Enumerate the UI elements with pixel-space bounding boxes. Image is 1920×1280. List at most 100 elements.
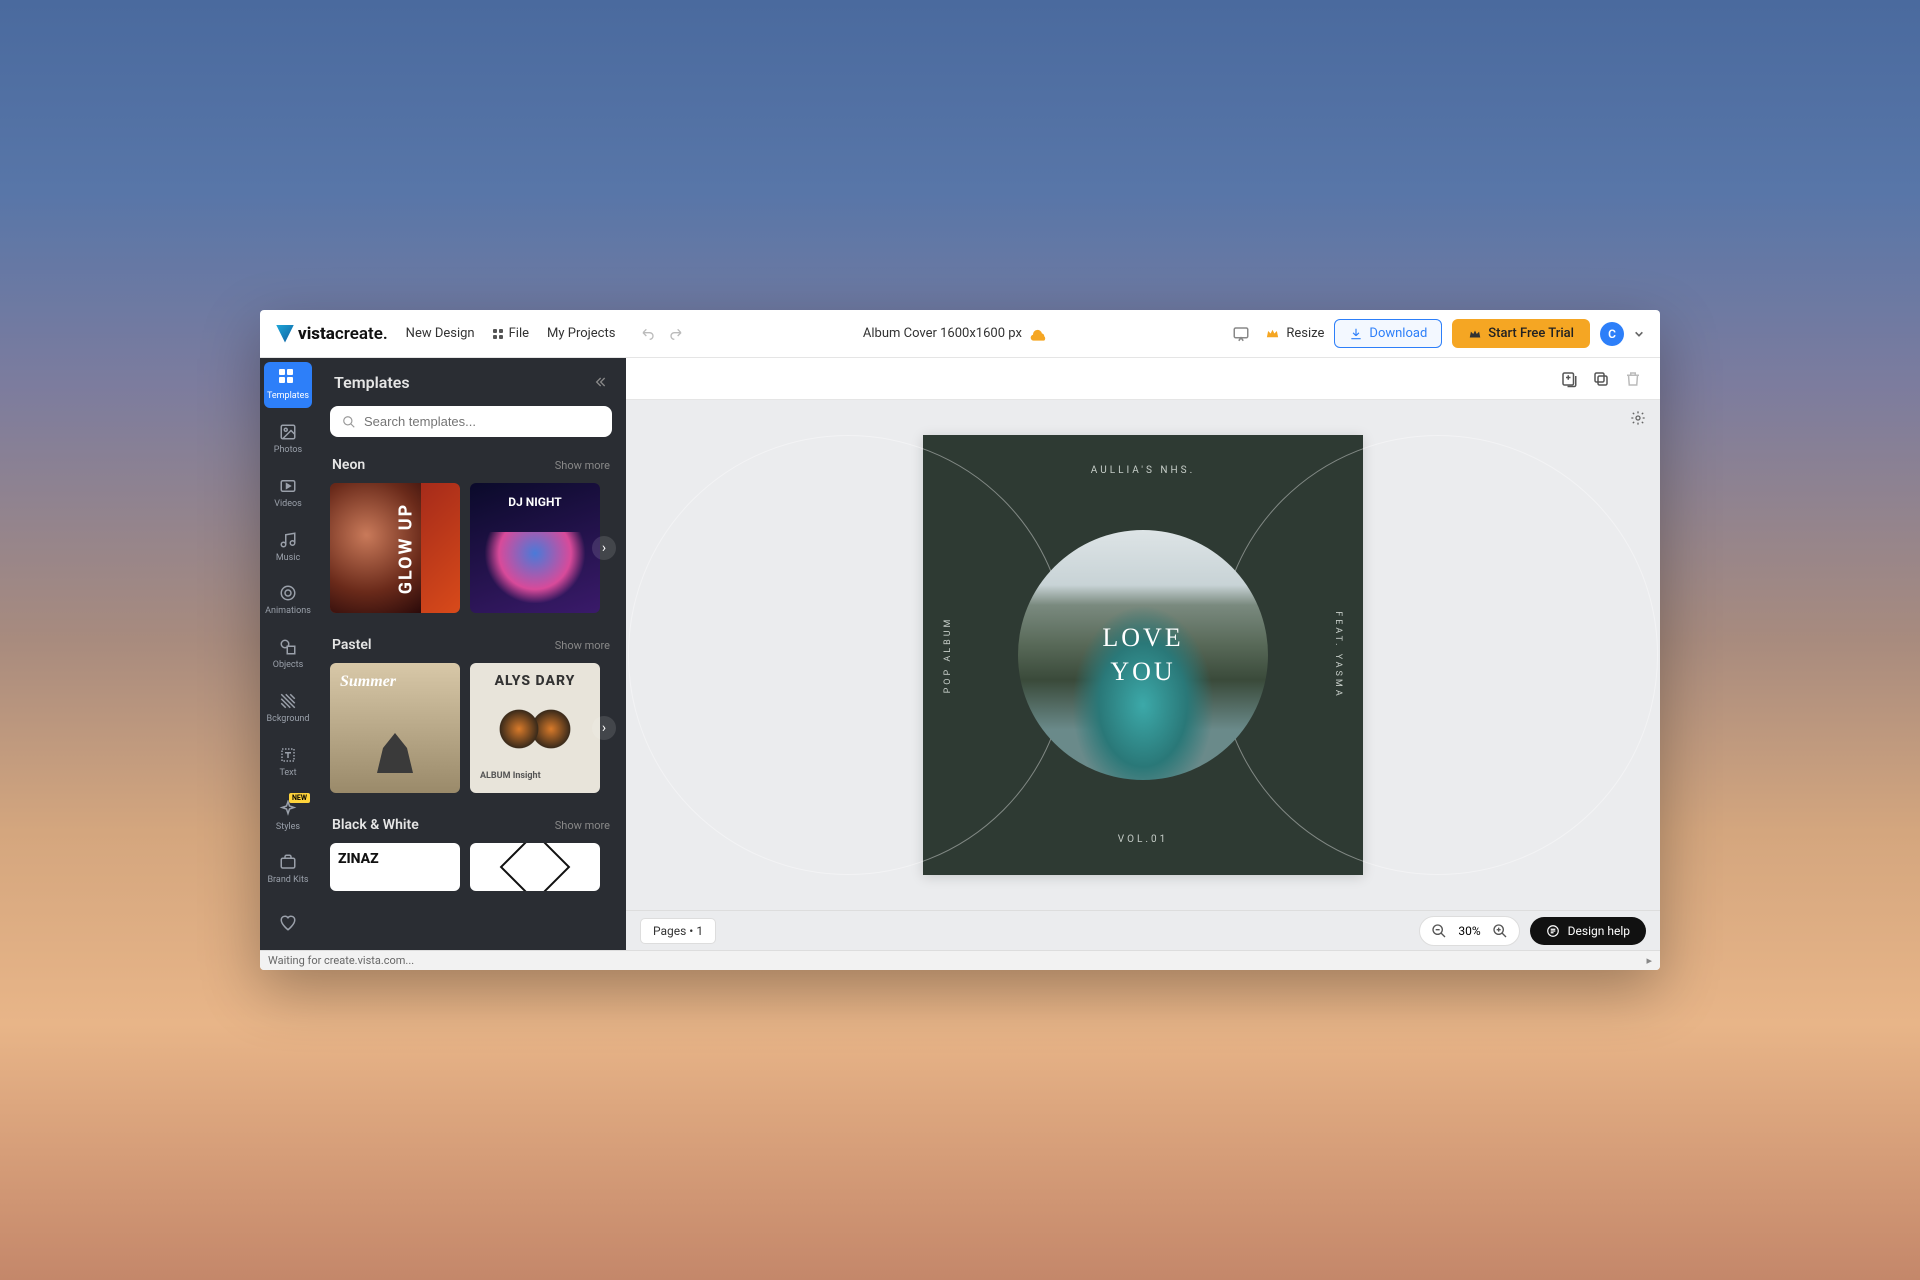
rail-videos[interactable]: Videos <box>260 466 316 520</box>
search-box[interactable] <box>330 406 612 437</box>
rail-music[interactable]: Music <box>260 520 316 574</box>
bottom-bar: Pages • 1 30% Design help <box>626 910 1660 950</box>
decorative-arc <box>628 435 1068 875</box>
start-trial-button[interactable]: Start Free Trial <box>1452 319 1590 348</box>
crown-icon <box>1265 326 1280 341</box>
file-menu[interactable]: File <box>493 326 529 341</box>
template-summer[interactable]: Summer <box>330 663 460 793</box>
canvas-viewport[interactable]: AULLIA'S NHS. POP ALBUM FEAT. YASMA VOL.… <box>626 400 1660 910</box>
show-more-link[interactable]: Show more <box>555 639 610 652</box>
heart-icon <box>279 914 297 932</box>
template-alys-dary[interactable]: ALYS DARY ALBUM Insight <box>470 663 600 793</box>
redo-icon[interactable] <box>667 326 683 342</box>
rail-animations[interactable]: Animations <box>260 574 316 628</box>
album-bottom-text[interactable]: VOL.01 <box>923 834 1363 845</box>
thumb-label: ZINAZ <box>338 851 379 867</box>
bw-thumbs: ZINAZ <box>330 843 612 891</box>
album-top-text[interactable]: AULLIA'S NHS. <box>923 465 1363 476</box>
search-wrap <box>316 406 626 451</box>
brand-logo[interactable]: vistacreate. <box>276 324 388 344</box>
rail-templates[interactable]: Templates <box>264 362 312 408</box>
scroll-right-icon[interactable]: ▸ <box>1646 954 1652 967</box>
template-geometric[interactable] <box>470 843 600 891</box>
text-icon <box>279 746 297 764</box>
zoom-out-icon[interactable] <box>1430 922 1448 940</box>
collapse-panel-icon[interactable] <box>592 374 608 390</box>
background-icon <box>279 692 297 710</box>
rail-label: Bckground <box>267 714 310 724</box>
rail-label: Animations <box>265 606 311 616</box>
add-page-icon[interactable] <box>1560 370 1578 388</box>
resize-button[interactable]: Resize <box>1265 326 1324 341</box>
rail-brand-kits[interactable]: Brand Kits <box>260 842 316 896</box>
topbar: vistacreate. New Design File My Projects… <box>260 310 1660 358</box>
gear-icon[interactable] <box>1630 410 1646 426</box>
logo-text-light: create. <box>335 324 388 344</box>
thumbs-next-icon[interactable]: › <box>592 536 616 560</box>
show-more-link[interactable]: Show more <box>555 819 610 832</box>
file-label: File <box>509 326 529 341</box>
crown-icon <box>1468 327 1482 341</box>
album-cover-canvas[interactable]: AULLIA'S NHS. POP ALBUM FEAT. YASMA VOL.… <box>923 435 1363 875</box>
left-rail: Templates Photos Videos Music Animations… <box>260 358 316 950</box>
rail-label: Templates <box>267 391 309 401</box>
my-projects-link[interactable]: My Projects <box>547 326 615 341</box>
rail-text[interactable]: Text <box>260 735 316 789</box>
animations-icon <box>279 584 297 602</box>
templates-panel: Templates Neon Show more GLOW U <box>316 358 626 950</box>
canvas-area: AULLIA'S NHS. POP ALBUM FEAT. YASMA VOL.… <box>626 358 1660 950</box>
vista-logo-icon <box>276 325 294 343</box>
zoom-value: 30% <box>1458 924 1480 938</box>
main-area: Templates Photos Videos Music Animations… <box>260 358 1660 950</box>
rail-label: Styles <box>276 822 300 832</box>
rail-photos[interactable]: Photos <box>260 412 316 466</box>
pages-indicator[interactable]: Pages • 1 <box>640 918 716 944</box>
album-right-text[interactable]: FEAT. YASMA <box>1333 611 1343 698</box>
template-zinaz[interactable]: ZINAZ <box>330 843 460 891</box>
thumbs-next-icon[interactable]: › <box>592 716 616 740</box>
document-title[interactable]: Album Cover 1600x1600 px <box>863 326 1048 341</box>
album-title-line2: YOU <box>1102 655 1183 689</box>
template-glow-up[interactable]: GLOW UP <box>330 483 460 613</box>
comment-icon[interactable] <box>1227 320 1255 348</box>
rail-objects[interactable]: Objects <box>260 627 316 681</box>
undo-redo-group <box>641 326 683 342</box>
rail-styles[interactable]: NEW Styles <box>260 789 316 843</box>
logo-text-bold: vista <box>298 324 335 344</box>
album-title[interactable]: LOVE YOU <box>1102 621 1183 689</box>
show-more-link[interactable]: Show more <box>555 459 610 472</box>
topbar-actions: Resize Download Start Free Trial C <box>1227 319 1644 348</box>
album-left-text[interactable]: POP ALBUM <box>943 617 953 694</box>
status-bar: Waiting for create.vista.com... ▸ <box>260 950 1660 970</box>
rail-label: Text <box>279 768 296 778</box>
trash-icon[interactable] <box>1624 370 1642 388</box>
bottom-right-group: 30% Design help <box>1419 916 1646 946</box>
template-dj-night[interactable]: DJ NIGHT <box>470 483 600 613</box>
rail-label: Videos <box>274 499 302 509</box>
design-help-label: Design help <box>1568 924 1630 938</box>
design-help-button[interactable]: Design help <box>1530 917 1646 945</box>
undo-icon[interactable] <box>641 326 657 342</box>
thumb-art <box>365 723 425 773</box>
panel-scroll[interactable]: Neon Show more GLOW UP DJ NIGHT › <box>316 451 626 950</box>
thumb-label: Summer <box>340 673 396 691</box>
chevron-down-icon[interactable] <box>1634 329 1644 339</box>
objects-icon <box>279 638 297 656</box>
rail-label: Music <box>276 553 300 563</box>
search-input[interactable] <box>364 414 600 429</box>
new-design-link[interactable]: New Design <box>406 326 475 341</box>
chat-icon <box>1546 924 1560 938</box>
rail-favorites[interactable] <box>260 896 316 950</box>
status-text: Waiting for create.vista.com... <box>268 954 414 967</box>
section-bw: Black & White Show more <box>330 811 612 843</box>
rail-background[interactable]: Bckground <box>260 681 316 735</box>
download-button[interactable]: Download <box>1334 319 1442 348</box>
duplicate-icon[interactable] <box>1592 370 1610 388</box>
canvas-toolbar <box>626 358 1660 400</box>
zoom-in-icon[interactable] <box>1491 922 1509 940</box>
album-circle-image[interactable]: LOVE YOU <box>1018 530 1268 780</box>
grid-icon <box>493 329 503 339</box>
user-avatar[interactable]: C <box>1600 322 1624 346</box>
thumb-sublabel: ALBUM Insight <box>480 771 541 781</box>
section-pastel: Pastel Show more <box>330 631 612 663</box>
